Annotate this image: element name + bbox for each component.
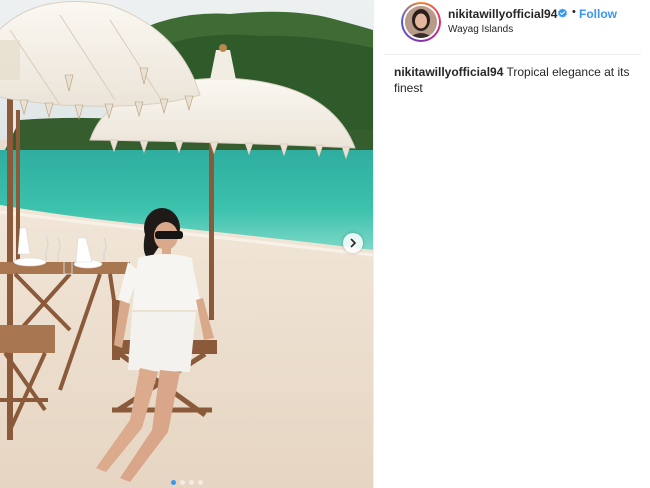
carousel-dot <box>170 480 176 485</box>
carousel-dot <box>197 480 203 485</box>
post-side-panel: nikitawillyofficial94 • Follow Wayag Isl… <box>373 0 650 488</box>
separator-dot: • <box>572 6 576 18</box>
carousel-indicator <box>0 480 373 485</box>
follow-button[interactable]: Follow <box>579 7 617 21</box>
beach-photo <box>0 0 373 488</box>
next-slide-button[interactable] <box>343 233 363 253</box>
carousel-dot <box>179 480 185 485</box>
avatar <box>405 6 437 38</box>
caption-username[interactable]: nikitawillyofficial94 <box>394 65 503 79</box>
chevron-right-icon <box>350 238 357 248</box>
post-caption: nikitawillyofficial94 Tropical elegance … <box>394 64 639 96</box>
username-link[interactable]: nikitawillyofficial94 <box>448 7 557 21</box>
avatar-image <box>405 6 437 38</box>
verified-badge-icon <box>558 8 567 18</box>
carousel-dot <box>188 480 194 485</box>
post-photo[interactable] <box>0 0 373 488</box>
post-header: nikitawillyofficial94 • Follow Wayag Isl… <box>384 0 641 55</box>
location-link[interactable]: Wayag Islands <box>448 24 513 35</box>
story-ring[interactable] <box>401 2 441 42</box>
